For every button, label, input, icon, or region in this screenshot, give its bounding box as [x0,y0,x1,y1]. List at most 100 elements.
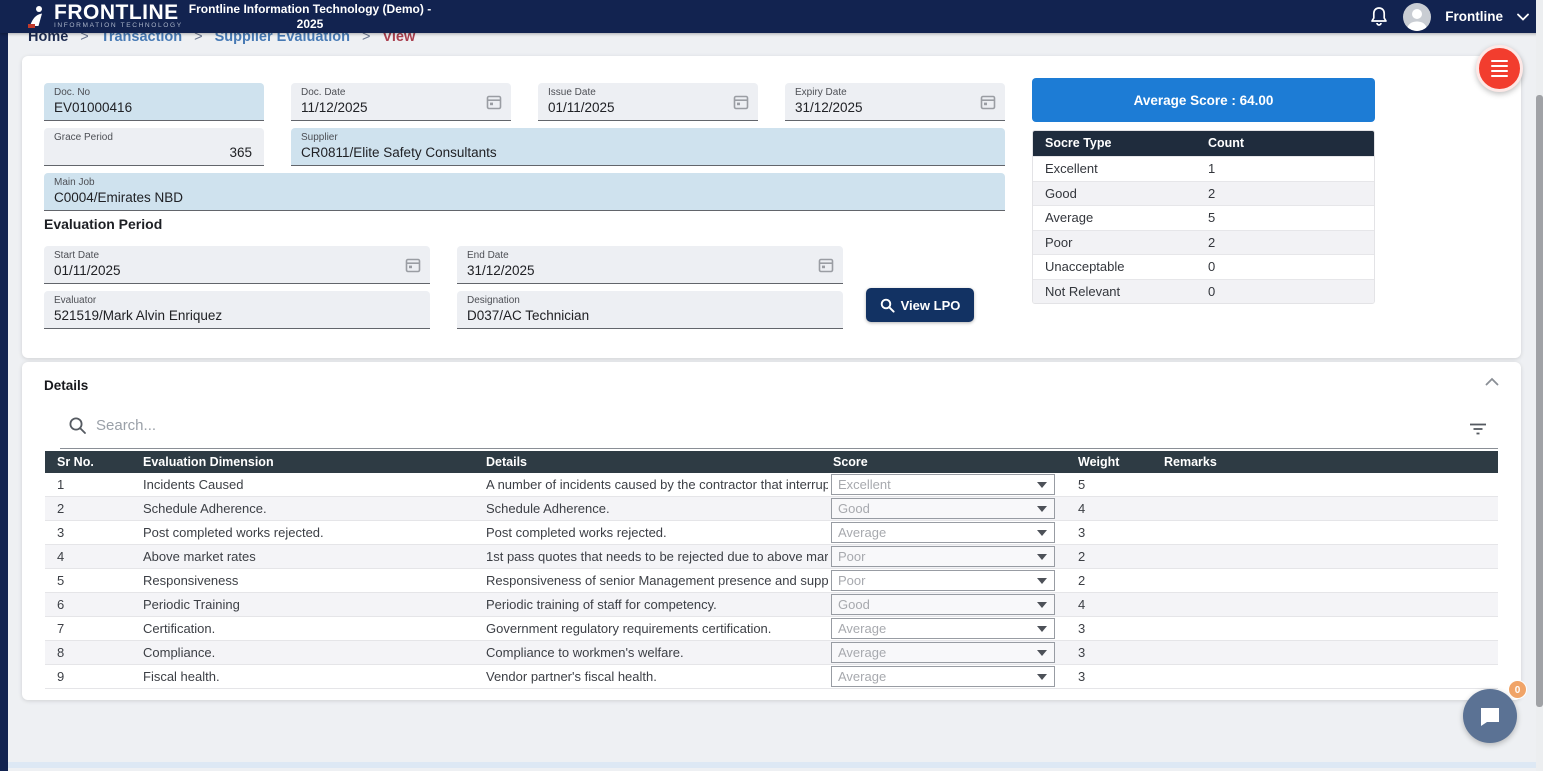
start-date-field[interactable]: Start Date 01/11/2025 [44,246,430,284]
score-select[interactable]: Good [831,498,1055,519]
chevron-down-icon[interactable] [1517,13,1529,21]
table-row: Good 2 [1033,181,1374,206]
calendar-icon[interactable] [733,94,749,110]
supplier-field[interactable]: Supplier CR0811/Elite Safety Consultants [291,128,1005,166]
table-row: Not Relevant 0 [1033,279,1374,304]
notifications-bell-icon[interactable] [1369,6,1389,27]
user-menu-label[interactable]: Frontline [1445,9,1503,24]
table-row: 1 Incidents Caused A number of incidents… [45,473,1498,497]
grace-period-field[interactable]: Grace Period 365 [44,128,264,166]
score-select-value: Good [832,595,1037,614]
score-select-value: Good [832,499,1037,518]
logo-primary-text: FRONTLINE [54,3,183,22]
details-cell: Government regulatory requirements certi… [486,617,828,641]
scrollbar[interactable] [1536,0,1543,771]
field-value: 11/12/2025 [301,99,501,116]
avatar-person-icon [1403,3,1431,31]
sr-cell: 4 [57,545,137,569]
field-value: C0004/Emirates NBD [54,189,995,206]
sr-cell: 2 [57,497,137,521]
table-row: 8 Compliance. Compliance to workmen's we… [45,641,1498,665]
sr-cell: 8 [57,641,137,665]
chevron-up-icon [1485,377,1499,386]
score-select-value: Poor [832,547,1037,566]
search-input[interactable] [96,412,796,438]
hamburger-icon [1491,60,1508,63]
count-cell: 0 [1208,280,1215,305]
weight-cell: 2 [1078,545,1148,569]
table-row: 2 Schedule Adherence. Schedule Adherence… [45,497,1498,521]
field-label: Start Date [54,250,420,262]
score-select[interactable]: Average [831,618,1055,639]
field-label: Issue Date [548,87,748,99]
count-header: Count [1208,131,1244,156]
frontline-logo[interactable]: FRONTLINE INFORMATION TECHNOLOGY [26,3,183,30]
weight-cell: 5 [1078,473,1148,497]
details-cell: Responsiveness of senior Management pres… [486,569,828,593]
field-label: Evaluator [54,295,420,307]
doc-no-field[interactable]: Doc. No EV01000416 [44,83,264,121]
details-table-header: Sr No. Evaluation Dimension Details Scor… [45,451,1498,473]
score-select[interactable]: Good [831,594,1055,615]
floating-menu-button[interactable] [1476,45,1523,92]
score-type-cell: Not Relevant [1045,280,1120,305]
filter-button[interactable] [1469,422,1487,439]
dimension-cell: Periodic Training [143,593,481,617]
chat-bubble-icon [1478,704,1502,728]
expiry-date-field[interactable]: Expiry Date 31/12/2025 [785,83,1005,121]
field-label: Doc. Date [301,87,501,99]
search-icon [68,416,87,435]
calendar-icon[interactable] [818,257,834,273]
field-value: 31/12/2025 [795,99,995,116]
collapse-section-button[interactable] [1485,374,1499,389]
details-cell: Post completed works rejected. [486,521,828,545]
average-score-banner: Average Score : 64.00 [1032,78,1375,122]
end-date-field[interactable]: End Date 31/12/2025 [457,246,843,284]
details-cell: A number of incidents caused by the cont… [486,473,828,497]
score-select[interactable]: Average [831,642,1055,663]
view-lpo-button[interactable]: View LPO [866,288,974,322]
details-cell: Schedule Adherence. [486,497,828,521]
dropdown-arrow-icon [1037,554,1047,560]
score-type-cell: Good [1045,182,1077,207]
calendar-icon[interactable] [405,257,421,273]
weight-cell: 4 [1078,593,1148,617]
dimension-cell: Incidents Caused [143,473,481,497]
logo-mark-icon [26,5,48,29]
score-type-cell: Average [1045,206,1093,231]
issue-date-field[interactable]: Issue Date 01/11/2025 [538,83,758,121]
sr-cell: 7 [57,617,137,641]
calendar-icon[interactable] [980,94,996,110]
score-select[interactable]: Excellent [831,474,1055,495]
weight-cell: 3 [1078,641,1148,665]
evaluator-field[interactable]: Evaluator 521519/Mark Alvin Enriquez [44,291,430,329]
sr-cell: 5 [57,569,137,593]
field-value: CR0811/Elite Safety Consultants [301,144,995,161]
chat-button[interactable] [1463,689,1517,743]
field-label: Grace Period [54,132,254,144]
score-select[interactable]: Poor [831,546,1055,567]
evaluation-period-heading: Evaluation Period [44,216,162,232]
score-select[interactable]: Average [831,666,1055,687]
dropdown-arrow-icon [1037,674,1047,680]
main-job-field[interactable]: Main Job C0004/Emirates NBD [44,173,1005,211]
calendar-icon[interactable] [486,94,502,110]
score-type-header: Socre Type [1045,131,1111,156]
dimension-cell: Post completed works rejected. [143,521,481,545]
dimension-cell: Fiscal health. [143,665,481,689]
score-type-table: Socre Type Count Excellent 1 Good 2 Aver… [1032,130,1375,304]
avatar[interactable] [1403,3,1431,31]
details-cell: 1st pass quotes that needs to be rejecte… [486,545,828,569]
table-row: Unacceptable 0 [1033,254,1374,279]
header-evaluation-dimension: Evaluation Dimension [143,451,481,473]
score-select[interactable]: Poor [831,570,1055,591]
score-select[interactable]: Average [831,522,1055,543]
header-sr-no: Sr No. [57,451,137,473]
designation-field[interactable]: Designation D037/AC Technician [457,291,843,329]
header-weight: Weight [1078,451,1148,473]
count-cell: 0 [1208,255,1215,280]
details-cell: Compliance to workmen's welfare. [486,641,828,665]
scrollbar-thumb[interactable] [1536,95,1543,707]
doc-date-field[interactable]: Doc. Date 11/12/2025 [291,83,511,121]
sr-cell: 1 [57,473,137,497]
